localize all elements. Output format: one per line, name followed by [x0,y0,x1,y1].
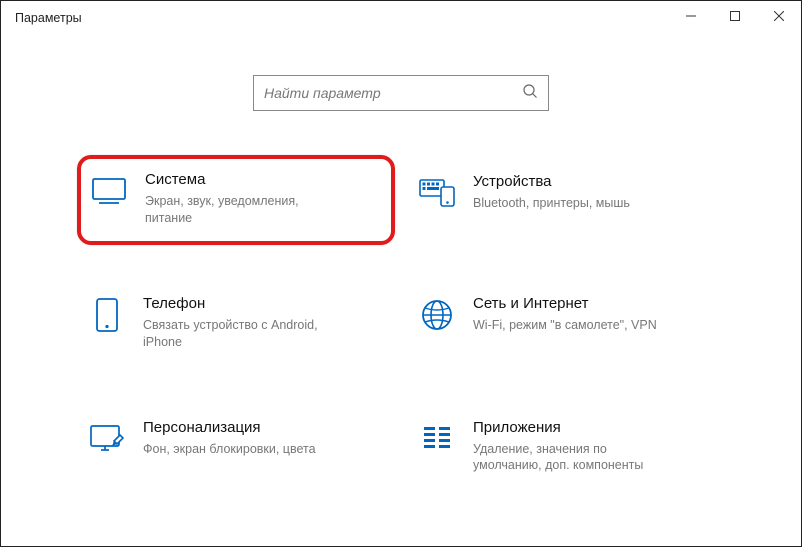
devices-icon [419,175,455,211]
tile-text: Приложения Удаление, значения по умолчан… [473,419,673,475]
window-title: Параметры [15,11,82,25]
close-button[interactable] [757,1,801,31]
globe-icon [419,297,455,333]
category-grid: Система Экран, звук, уведомления, питани… [81,169,721,478]
apps-icon [419,421,455,457]
tile-text: Телефон Связать устройство с Android, iP… [143,295,343,351]
tile-title: Система [145,171,345,188]
tile-devices[interactable]: Устройства Bluetooth, принтеры, мышь [411,169,721,231]
tile-title: Персонализация [143,419,316,436]
tile-title: Приложения [473,419,673,436]
search-input[interactable] [264,85,522,101]
tile-desc: Фон, экран блокировки, цвета [143,441,316,458]
tile-text: Система Экран, звук, уведомления, питани… [145,171,345,227]
tile-desc: Экран, звук, уведомления, питание [145,193,345,227]
window-controls [669,1,801,31]
tile-text: Сеть и Интернет Wi-Fi, режим "в самолете… [473,295,657,334]
tile-title: Телефон [143,295,343,312]
settings-home: Система Экран, звук, уведомления, питани… [1,35,801,478]
tile-apps[interactable]: Приложения Удаление, значения по умолчан… [411,415,721,479]
personalization-icon [89,421,125,457]
tile-text: Устройства Bluetooth, принтеры, мышь [473,173,630,212]
search-icon [522,83,538,104]
search-container [1,75,801,111]
tile-desc: Связать устройство с Android, iPhone [143,317,343,351]
display-icon [91,173,127,209]
minimize-button[interactable] [669,1,713,31]
tile-desc: Удаление, значения по умолчанию, доп. ко… [473,441,673,475]
tile-text: Персонализация Фон, экран блокировки, цв… [143,419,316,458]
tile-phone[interactable]: Телефон Связать устройство с Android, iP… [81,291,391,355]
tile-desc: Wi-Fi, режим "в самолете", VPN [473,317,657,334]
tile-title: Устройства [473,173,630,190]
phone-icon [89,297,125,333]
maximize-button[interactable] [713,1,757,31]
tile-desc: Bluetooth, принтеры, мышь [473,195,630,212]
tile-network[interactable]: Сеть и Интернет Wi-Fi, режим "в самолете… [411,291,721,355]
tile-title: Сеть и Интернет [473,295,657,312]
search-box[interactable] [253,75,549,111]
tile-personalization[interactable]: Персонализация Фон, экран блокировки, цв… [81,415,391,479]
tile-system[interactable]: Система Экран, звук, уведомления, питани… [77,155,395,245]
